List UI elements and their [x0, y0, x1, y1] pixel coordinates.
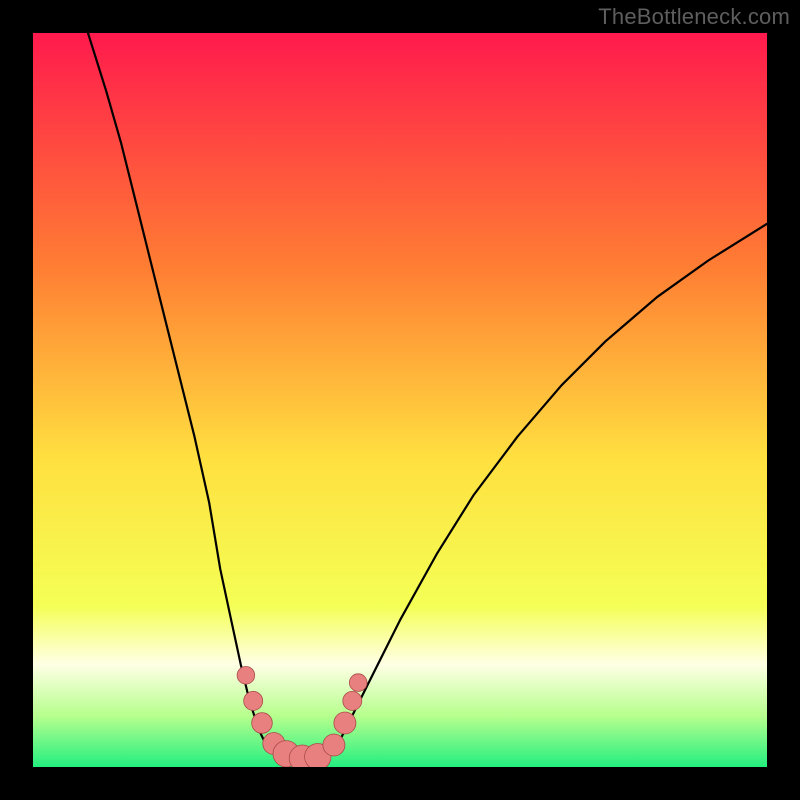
chart-frame: TheBottleneck.com — [0, 0, 800, 800]
curve-marker — [237, 667, 255, 685]
watermark-text: TheBottleneck.com — [598, 4, 790, 30]
curve-marker — [334, 712, 356, 734]
curve-marker — [244, 691, 263, 710]
curve-marker — [252, 713, 273, 734]
curve-marker — [349, 674, 367, 692]
plot-area — [33, 33, 767, 767]
gradient-background — [33, 33, 767, 767]
curve-marker — [323, 734, 345, 756]
plot-svg — [33, 33, 767, 767]
curve-marker — [343, 691, 362, 710]
